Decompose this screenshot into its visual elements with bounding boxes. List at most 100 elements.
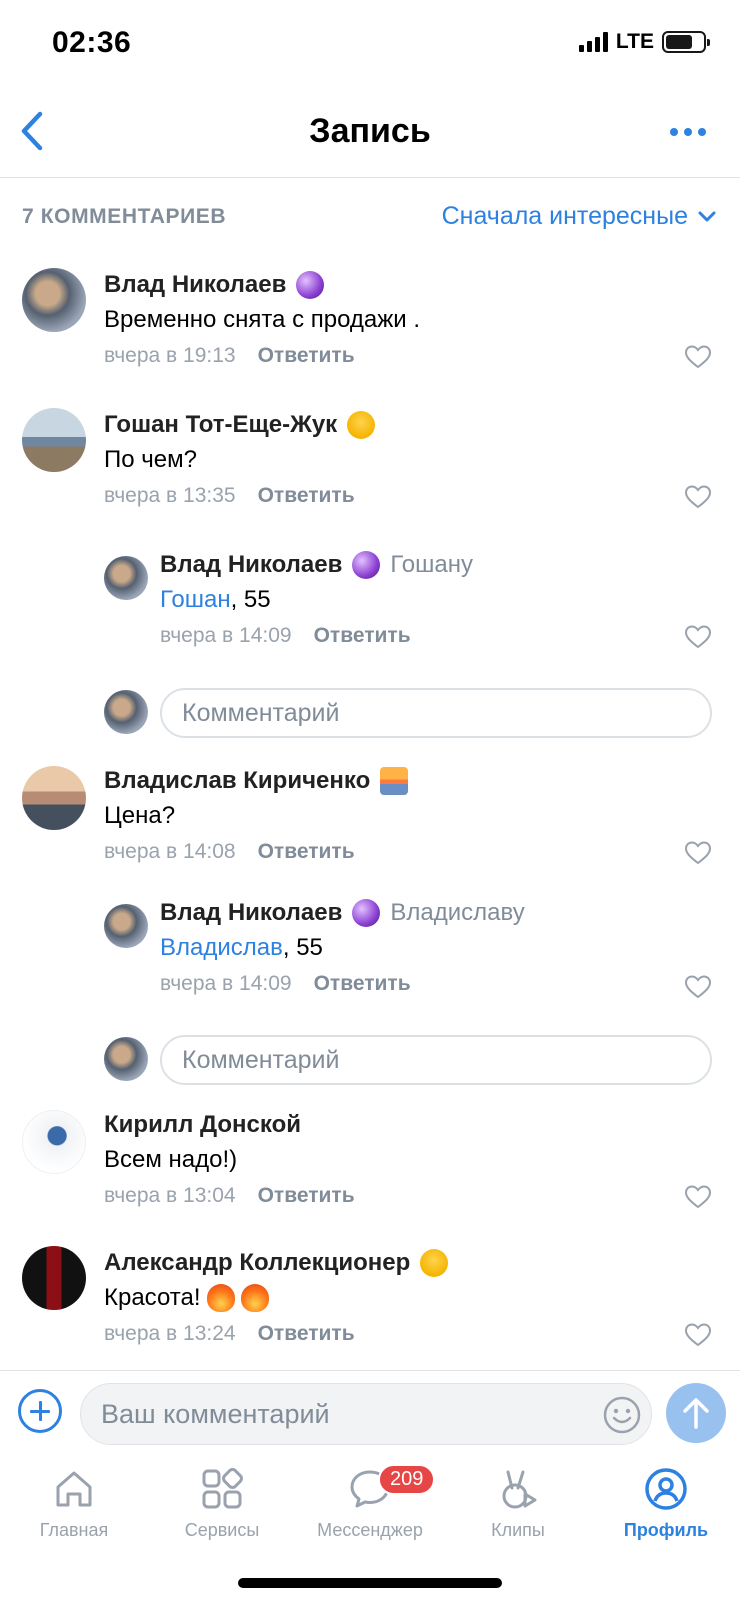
mention-link[interactable]: Владислав	[160, 934, 283, 961]
reply-button[interactable]: Ответить	[258, 834, 355, 870]
heart-icon[interactable]	[684, 840, 712, 866]
sort-label: Сначала интересные	[441, 202, 688, 230]
status-bar: 02:36 LTE	[0, 0, 740, 90]
reply-button[interactable]: Ответить	[258, 338, 355, 374]
reply-to-name: Гошану	[390, 551, 473, 578]
heart-icon[interactable]	[684, 1322, 712, 1348]
avatar	[104, 690, 148, 734]
comment-text: Всем надо!)	[104, 1146, 238, 1173]
status-indicators: LTE	[578, 30, 710, 54]
mention-link[interactable]: Гошан	[160, 586, 231, 613]
comment-time: вчера в 13:24	[104, 1322, 236, 1345]
status-time: 02:36	[52, 26, 132, 59]
comment-author[interactable]: Гошан Тот-Еще-Жук	[104, 411, 337, 439]
sunglasses-emoji-icon	[347, 411, 376, 439]
network-type: LTE	[615, 30, 654, 53]
comment: Александр Коллекционер Красота! вчера в …	[0, 1232, 740, 1370]
dot-icon	[698, 128, 706, 136]
heart-icon[interactable]	[684, 624, 712, 650]
tab-services[interactable]: Сервисы	[148, 1466, 296, 1541]
comment-author[interactable]: Владислав Кириченко	[104, 767, 370, 795]
reply-button[interactable]: Ответить	[258, 478, 355, 514]
tab-label: Профиль	[623, 1520, 709, 1540]
crystal-ball-icon	[296, 271, 325, 299]
comment-author[interactable]: Влад Николаев	[160, 899, 342, 927]
attach-button[interactable]	[18, 1389, 62, 1433]
comment-composer	[0, 1370, 740, 1452]
home-indicator[interactable]	[238, 1578, 502, 1588]
comment: Кирилл Донской Всем надо!) вчера в 13:04…	[0, 1096, 740, 1232]
dot-icon	[670, 128, 678, 136]
more-options-button[interactable]	[670, 120, 710, 144]
reply-button[interactable]: Ответить	[258, 1316, 355, 1352]
profile-icon	[645, 1468, 687, 1510]
avatar[interactable]	[104, 556, 148, 600]
comment-text: Цена?	[104, 802, 176, 829]
tab-clips[interactable]: Клипы	[444, 1466, 592, 1541]
reply-button[interactable]: Ответить	[258, 1178, 355, 1214]
comment-time: вчера в 14:08	[104, 840, 236, 863]
comment-text: , 55	[282, 934, 323, 961]
comment-input[interactable]	[80, 1383, 652, 1445]
comment-text: Красота!	[104, 1284, 201, 1311]
dot-icon	[684, 128, 692, 136]
send-button[interactable]	[666, 1383, 726, 1443]
avatar[interactable]	[22, 268, 86, 332]
comment-time: вчера в 14:09	[160, 624, 292, 647]
comment: Гошан Тот-Еще-Жук По чем? вчера в 13:35 …	[0, 396, 740, 534]
comment-author[interactable]: Кирилл Донской	[104, 1111, 301, 1139]
comment-text: По чем?	[104, 446, 197, 473]
heart-icon[interactable]	[684, 484, 712, 510]
heart-icon[interactable]	[684, 974, 712, 1000]
comment-time: вчера в 13:04	[104, 1184, 236, 1207]
comment-time: вчера в 13:35	[104, 484, 236, 507]
comment-text: , 55	[230, 586, 271, 613]
reply-button[interactable]: Ответить	[314, 966, 411, 1002]
thread-reply: Влад Николаев Владиславу Владислав, 55 в…	[0, 886, 740, 1026]
page-title: Запись	[309, 112, 431, 150]
avatar[interactable]	[22, 766, 86, 830]
comment-author[interactable]: Влад Николаев	[104, 271, 286, 299]
avatar	[104, 1037, 148, 1081]
services-icon	[202, 1468, 243, 1509]
reply-to-name: Владиславу	[390, 899, 525, 926]
avatar[interactable]	[22, 1246, 86, 1310]
avatar[interactable]	[22, 408, 86, 472]
sort-selector[interactable]: Сначала интересные	[442, 202, 716, 231]
reply-comment-input[interactable]	[160, 1035, 712, 1085]
comment-time: вчера в 19:13	[104, 344, 236, 367]
comment-text: Временно снята с продажи .	[104, 306, 421, 333]
heart-icon[interactable]	[684, 344, 712, 370]
tab-home[interactable]: Главная	[0, 1466, 148, 1541]
tab-label: Клипы	[491, 1520, 545, 1540]
sunglasses-emoji-icon	[420, 1249, 449, 1277]
avatar[interactable]	[104, 904, 148, 948]
tab-messenger[interactable]: 209 Мессенджер	[296, 1464, 444, 1541]
crystal-ball-icon	[352, 551, 381, 579]
nav-header: Запись	[0, 90, 740, 178]
arrow-up-icon	[683, 1398, 709, 1429]
comment-author[interactable]: Александр Коллекционер	[104, 1249, 410, 1277]
comments-count: 7 КОММЕНТАРИЕВ	[22, 205, 227, 228]
thread-reply: Влад Николаев Гошану Гошан, 55 вчера в 1…	[0, 534, 740, 672]
tab-label: Сервисы	[184, 1520, 260, 1540]
reply-comment-input[interactable]	[160, 688, 712, 738]
chevron-down-icon	[698, 211, 716, 221]
comments-header: 7 КОММЕНТАРИЕВ Сначала интересные	[0, 178, 740, 258]
tab-label: Главная	[39, 1520, 109, 1540]
fire-emoji-icon	[206, 1284, 235, 1312]
battery-icon	[662, 31, 710, 53]
signal-icon	[578, 32, 608, 52]
tab-label: Мессенджер	[317, 1520, 423, 1540]
comment-author[interactable]: Влад Николаев	[160, 551, 342, 579]
heart-icon[interactable]	[684, 1184, 712, 1210]
tab-profile[interactable]: Профиль	[592, 1466, 740, 1541]
comment: Влад Николаев Временно снята с продажи .…	[0, 258, 740, 396]
comment-time: вчера в 14:09	[160, 972, 292, 995]
avatar[interactable]	[22, 1110, 86, 1174]
crystal-ball-icon	[352, 899, 381, 927]
fire-emoji-icon	[240, 1284, 269, 1312]
comment: Владислав Кириченко Цена? вчера в 14:08 …	[0, 746, 740, 886]
emoji-picker-icon[interactable]	[602, 1395, 642, 1435]
reply-button[interactable]: Ответить	[314, 618, 411, 654]
